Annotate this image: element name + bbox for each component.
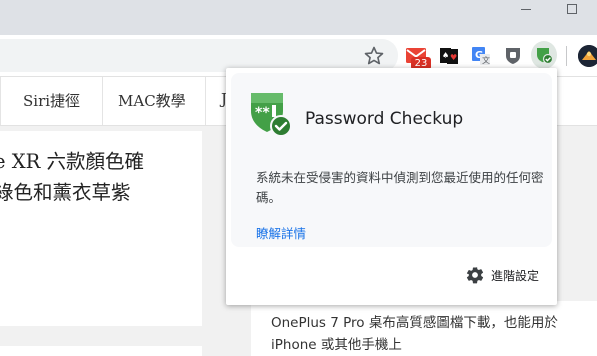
advanced-settings-label: 進階設定 — [491, 268, 540, 283]
nav-divider — [205, 77, 206, 125]
avatar-image-icon — [578, 45, 597, 67]
shield-extension-icon[interactable] — [502, 45, 524, 67]
learn-more-link[interactable]: 瞭解詳情 — [256, 223, 306, 242]
gear-icon — [466, 267, 484, 284]
playing-cards-extension-icon[interactable]: ♠ ♥ — [438, 45, 460, 67]
profile-avatar[interactable] — [578, 45, 597, 67]
advanced-settings-button[interactable]: 進階設定 — [465, 264, 539, 286]
popup-title: Password Checkup — [305, 109, 464, 129]
sidebar-post-title[interactable]: OnePlus 7 Pro 桌布高質感圖檔下載，也能用於 iPhone 或其他手… — [271, 312, 591, 356]
svg-text:**: ** — [255, 105, 270, 121]
password-checkup-toolbar-icon — [537, 48, 554, 65]
nav-divider — [0, 77, 1, 125]
password-checkup-popup: ** Password Checkup 系統未在受侵害的資料中偵測到您最近使用的… — [226, 68, 557, 305]
nav-item-mac-tutorial[interactable]: MAC教學 — [118, 90, 186, 111]
popup-status-message: 系統未在受侵害的資料中偵測到您最近使用的任何密碼。 — [256, 170, 544, 205]
toolbar-divider — [566, 46, 567, 66]
translate-extension-icon[interactable]: G 文 — [470, 45, 492, 67]
maximize-icon[interactable] — [567, 4, 577, 14]
minimize-icon[interactable] — [521, 9, 531, 10]
svg-text:♥: ♥ — [450, 53, 457, 62]
article-card-secondary — [0, 346, 202, 356]
bookmark-star-icon[interactable] — [362, 44, 386, 68]
nav-item-siri-shortcuts[interactable]: Siri捷徑 — [23, 90, 80, 111]
password-shield-check-icon: ** — [251, 93, 292, 137]
nav-divider — [102, 77, 103, 125]
svg-text:文: 文 — [482, 55, 490, 65]
popup-status-panel: ** Password Checkup 系統未在受侵害的資料中偵測到您最近使用的… — [231, 73, 552, 247]
password-checkup-extension-button[interactable] — [531, 41, 557, 69]
article-title[interactable]: e XR 六款顏色確 綠色和薰衣草紫 — [0, 146, 194, 208]
svg-text:♠: ♠ — [442, 51, 449, 60]
window-titlebar — [0, 0, 597, 35]
